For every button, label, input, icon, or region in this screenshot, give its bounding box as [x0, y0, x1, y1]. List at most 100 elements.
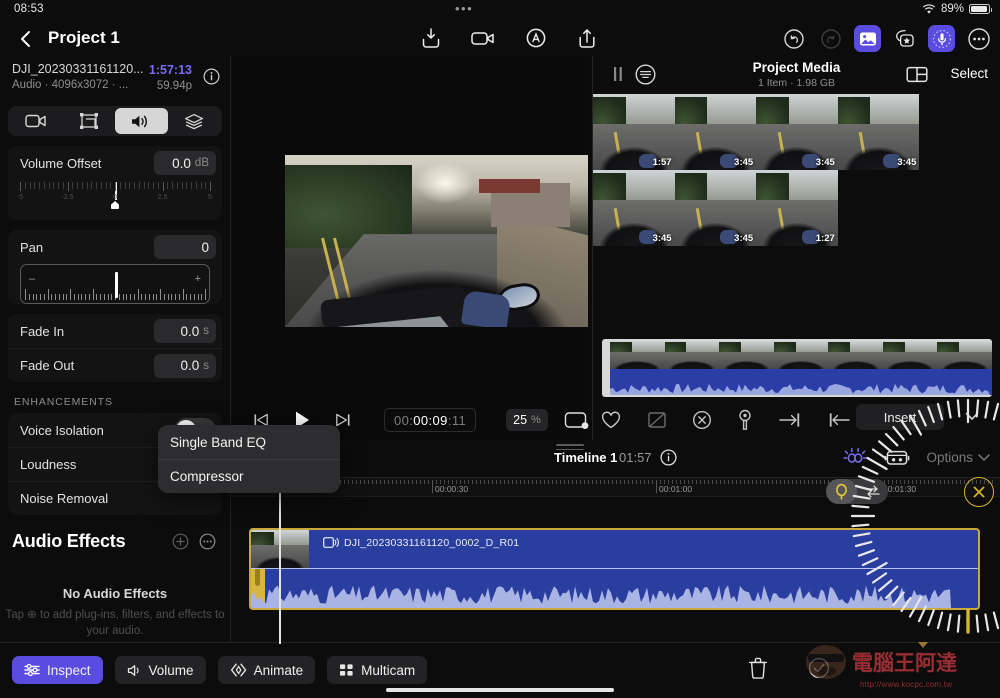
fade-card: Fade In 0.0 s Fade Out 0.0 s	[8, 314, 222, 382]
inspector-tab-effects[interactable]	[168, 108, 221, 134]
pan-minus-label: –	[29, 273, 36, 285]
plus-circle-icon[interactable]	[172, 533, 189, 550]
watermark-url: http://www.kocpc.com.tw	[860, 680, 953, 689]
animate-button[interactable]: Animate	[217, 656, 316, 684]
volume-offset-row[interactable]: Volume Offset 0.0 dB	[8, 146, 222, 180]
info-icon[interactable]	[203, 68, 220, 85]
media-thumbnail[interactable]: 1:27	[756, 170, 838, 246]
undo-icon[interactable]	[780, 25, 807, 52]
multitask-dots[interactable]: •••	[455, 2, 473, 15]
more-circle-icon[interactable]	[199, 533, 216, 550]
viewer-timecode[interactable]: 00: 00:09:11	[384, 408, 477, 432]
filmstrip-frame	[664, 341, 720, 369]
battery-icon	[969, 4, 992, 14]
insert-button[interactable]: Insert	[856, 404, 944, 430]
volume-offset-card: Volume Offset 0.0 dB -5 -2.5 0 2.5 5	[8, 146, 222, 220]
video-preview[interactable]	[285, 155, 588, 327]
multicam-button[interactable]: Multicam	[327, 656, 428, 684]
menu-item-compressor[interactable]: Compressor	[158, 459, 340, 493]
pan-value[interactable]: 0	[154, 235, 216, 259]
chevron-down-icon[interactable]	[962, 406, 982, 426]
timeline-info-icon[interactable]	[660, 449, 677, 466]
timeline-effects-icon[interactable]	[884, 447, 910, 468]
viewer-options-icon[interactable]	[564, 410, 590, 430]
fade-out-value[interactable]: 0.0 s	[154, 353, 216, 378]
zoom-value: 25	[513, 413, 528, 427]
inspect-button[interactable]: Inspect	[12, 656, 103, 684]
record-video-icon[interactable]	[470, 26, 496, 50]
media-thumbnail[interactable]: 3:45	[593, 170, 675, 246]
volume-button[interactable]: Volume	[114, 656, 206, 684]
media-thumbnail[interactable]: 3:45	[674, 170, 757, 246]
media-thumbnail[interactable]: 3:45	[837, 94, 920, 170]
filmstrip-frame	[610, 341, 665, 369]
timecode-frames: :11	[447, 412, 467, 428]
more-icon[interactable]	[965, 25, 992, 52]
keyword-icon[interactable]	[737, 409, 753, 431]
voiceover-icon[interactable]	[524, 26, 548, 50]
snapping-icon[interactable]	[842, 446, 868, 468]
menu-item-single-band-eq[interactable]: Single Band EQ	[158, 425, 340, 459]
volume-icon	[127, 664, 142, 677]
skimming-toggle[interactable]	[826, 479, 888, 504]
volume-tick-1: -2.5	[61, 194, 74, 201]
pan-needle[interactable]	[115, 272, 118, 298]
media-thumbnail[interactable]: 3:45	[756, 94, 838, 170]
jog-wheel-close-button[interactable]	[964, 477, 994, 507]
effects-browser-icon[interactable]	[891, 25, 918, 52]
fade-out-row[interactable]: Fade Out 0.0 s	[8, 348, 222, 382]
sliders-icon	[24, 663, 40, 677]
mark-out-icon[interactable]	[827, 411, 851, 429]
timeline-clip[interactable]: DJI_20230331161120_0002_D_R01	[249, 528, 980, 610]
reject-icon[interactable]	[647, 410, 667, 430]
audio-browser-icon[interactable]	[928, 25, 955, 52]
volume-offset-slider[interactable]: -5 -2.5 0 2.5 5	[8, 180, 222, 220]
animate-label: Animate	[253, 662, 304, 678]
swap-icon[interactable]	[857, 479, 888, 504]
skip-to-end-icon[interactable]	[334, 411, 352, 429]
browser-select-button[interactable]: Select	[950, 66, 988, 81]
selected-clip-filmstrip[interactable]	[602, 339, 992, 397]
pan-row[interactable]: Pan 0	[8, 230, 222, 264]
home-indicator[interactable]	[386, 688, 614, 692]
thumbnail-duration: 1:57	[652, 157, 672, 168]
svg-text:電腦王阿達: 電腦王阿達	[852, 651, 957, 675]
timecode-main: 00:09	[413, 412, 448, 428]
media-thumbnail[interactable]: 3:45	[674, 94, 757, 170]
inspector-tab-audio[interactable]	[115, 108, 168, 134]
lasso-icon[interactable]	[826, 479, 857, 504]
timeline-options-button[interactable]: Options	[926, 450, 990, 465]
volume-tick-2: 0	[113, 194, 117, 201]
pan-slider[interactable]: – +	[20, 264, 210, 304]
inspector-tab-bar	[8, 106, 222, 136]
volume-offset-ruler[interactable]: -5 -2.5 0 2.5 5	[16, 182, 212, 212]
media-thumbnail[interactable]: 1:57	[593, 94, 675, 170]
layout-icon[interactable]	[906, 65, 928, 84]
share-icon[interactable]	[576, 26, 598, 50]
audio-effects-popup-menu[interactable]: Single Band EQ Compressor	[158, 425, 340, 493]
import-icon[interactable]	[420, 26, 442, 50]
thumbnail-duration: 3:45	[815, 157, 835, 168]
status-clock: 08:53	[14, 3, 44, 15]
mark-in-icon[interactable]	[778, 411, 802, 429]
topnav-left-icon-group	[420, 26, 598, 50]
trash-icon[interactable]	[748, 657, 768, 679]
favorite-icon[interactable]	[600, 410, 622, 430]
fade-in-value[interactable]: 0.0 s	[154, 319, 216, 343]
clip-name-text: DJI_20230331161120_0002_D_R01	[344, 537, 520, 549]
volume-tick-0: -5	[16, 194, 24, 201]
fade-in-row[interactable]: Fade In 0.0 s	[8, 314, 222, 348]
clip-label: DJI_20230331161120_0002_D_R01	[323, 537, 519, 549]
volume-offset-value[interactable]: 0.0 dB	[154, 151, 216, 175]
timecode-hours: 00:	[394, 412, 414, 428]
media-browser-icon[interactable]	[854, 25, 881, 52]
playhead[interactable]	[272, 479, 287, 644]
unrate-icon[interactable]	[692, 410, 712, 430]
inspector-tab-transform[interactable]	[63, 108, 116, 134]
volume-offset-thumb[interactable]	[111, 201, 119, 209]
inspector-header: DJI_20230331161120... 1:57:13 Audio · 40…	[0, 56, 230, 102]
inspector-tab-video[interactable]	[10, 108, 63, 134]
zoom-level[interactable]: 25 %	[506, 409, 548, 431]
back-button[interactable]	[18, 27, 34, 51]
pan-label: Pan	[20, 239, 44, 255]
